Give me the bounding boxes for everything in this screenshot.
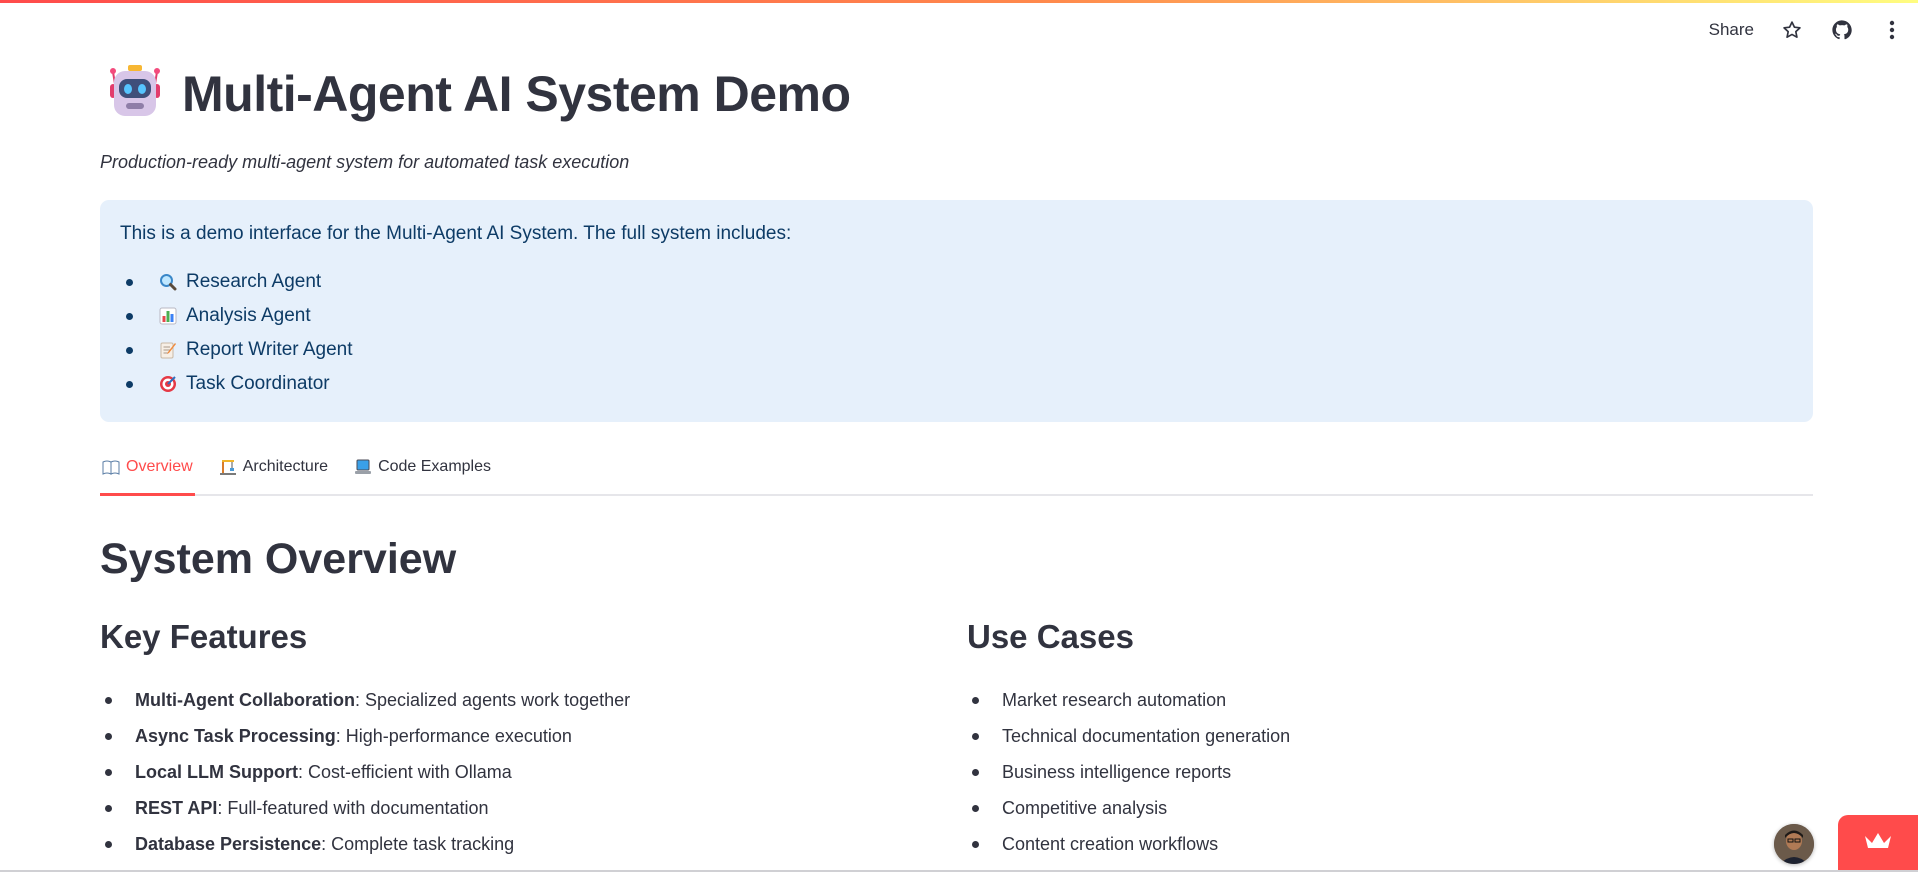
- feature-name: Local LLM Support: [135, 762, 298, 782]
- feature-description: : Complete task tracking: [321, 834, 515, 854]
- feature-name: REST API: [135, 798, 218, 818]
- tab-code-examples[interactable]: Code Examples: [352, 450, 493, 484]
- key-features-heading: Key Features: [100, 618, 308, 655]
- construction-icon: [219, 458, 237, 476]
- robot-face-icon: [106, 62, 164, 125]
- app-toolbar: Share: [1709, 18, 1904, 42]
- info-alert: This is a demo interface for the Multi-A…: [100, 200, 1813, 422]
- top-decoration-stripe: [0, 0, 1918, 3]
- use-cases-column: Use Cases Market research automation Tec…: [967, 618, 1767, 862]
- laptop-icon: [354, 458, 372, 476]
- bar-chart-icon: [158, 306, 178, 326]
- features-list: Multi-Agent Collaboration: Specialized a…: [100, 682, 900, 862]
- github-icon[interactable]: [1830, 18, 1854, 42]
- streamlit-crown-badge[interactable]: [1838, 815, 1918, 872]
- list-item: Async Task Processing: High-performance …: [100, 718, 900, 754]
- list-item: Content creation workflows: [967, 826, 1767, 862]
- tab-label: Code Examples: [378, 458, 492, 475]
- list-item: Business intelligence reports: [967, 754, 1767, 790]
- page-subtitle: Production-ready multi-agent system for …: [100, 152, 630, 172]
- use-cases-heading: Use Cases: [967, 618, 1134, 655]
- agent-label: Analysis Agent: [186, 305, 311, 326]
- list-item: Competitive analysis: [967, 790, 1767, 826]
- share-button[interactable]: Share: [1709, 20, 1754, 40]
- feature-name: Async Task Processing: [135, 726, 336, 746]
- tab-architecture[interactable]: Architecture: [217, 450, 330, 484]
- more-vertical-icon[interactable]: [1880, 18, 1904, 42]
- key-features-column: Key Features Multi-Agent Collaboration: …: [100, 618, 900, 862]
- feature-description: : Full-featured with documentation: [217, 798, 489, 818]
- avatar[interactable]: [1774, 824, 1814, 864]
- feature-name: Database Persistence: [135, 834, 322, 854]
- tab-overview[interactable]: Overview: [100, 450, 195, 496]
- list-item: Analysis Agent: [120, 299, 1793, 333]
- list-item: Multi-Agent Collaboration: Specialized a…: [100, 682, 900, 718]
- use-cases-list: Market research automation Technical doc…: [967, 682, 1767, 862]
- tab-label: Overview: [126, 458, 193, 475]
- feature-description: : Specialized agents work together: [354, 690, 631, 710]
- list-item: REST API: Full-featured with documentati…: [100, 790, 900, 826]
- crown-icon: [1863, 830, 1893, 857]
- list-item: Market research automation: [967, 682, 1767, 718]
- agent-label: Report Writer Agent: [186, 339, 353, 360]
- tab-bar: Overview Architecture Code Examples: [100, 450, 1813, 496]
- star-icon[interactable]: [1780, 18, 1804, 42]
- page-header: Multi-Agent AI System Demo: [106, 62, 851, 125]
- feature-name: Multi-Agent Collaboration: [135, 690, 355, 710]
- list-item: Database Persistence: Complete task trac…: [100, 826, 900, 862]
- section-heading: System Overview: [100, 535, 457, 583]
- list-item: Task Coordinator: [120, 367, 1793, 401]
- feature-description: : Cost-efficient with Ollama: [297, 762, 512, 782]
- list-item: Local LLM Support: Cost-efficient with O…: [100, 754, 900, 790]
- list-item: Technical documentation generation: [967, 718, 1767, 754]
- list-item: Report Writer Agent: [120, 333, 1793, 367]
- magnifier-icon: [158, 272, 178, 292]
- agent-label: Task Coordinator: [186, 373, 330, 394]
- list-item: Research Agent: [120, 265, 1793, 299]
- memo-icon: [158, 340, 178, 360]
- feature-description: : High-performance execution: [335, 726, 572, 746]
- info-intro: This is a demo interface for the Multi-A…: [120, 223, 792, 244]
- target-icon: [158, 374, 178, 394]
- agent-list: Research Agent Analysis Agent Report Wri…: [120, 265, 1793, 401]
- page-title: Multi-Agent AI System Demo: [182, 65, 851, 122]
- open-book-icon: [102, 458, 120, 476]
- tab-label: Architecture: [242, 458, 329, 475]
- agent-label: Research Agent: [186, 271, 322, 292]
